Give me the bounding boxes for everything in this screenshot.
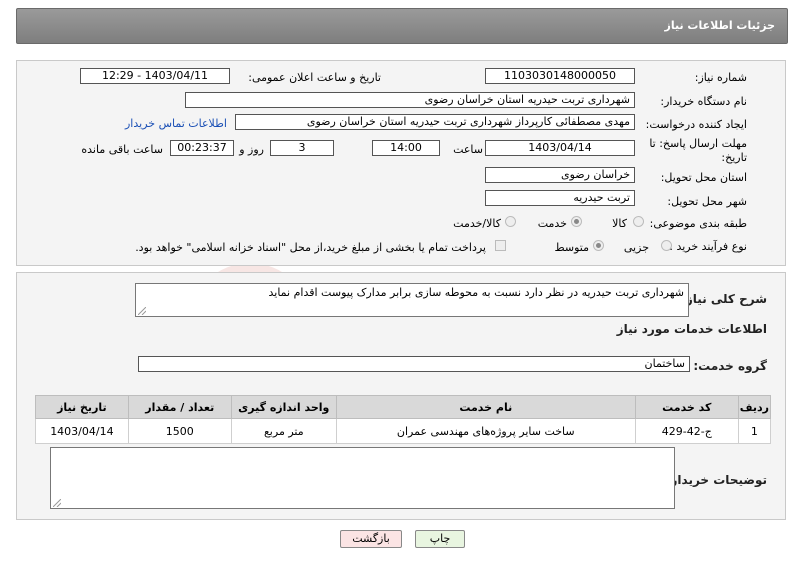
page-title: جزئیات اطلاعات نیاز xyxy=(664,19,776,32)
resize-grip-icon[interactable] xyxy=(138,307,146,315)
summary-label: شرح کلی نیاز: xyxy=(681,292,767,306)
service-group-label: گروه خدمت: xyxy=(693,359,767,373)
print-button[interactable]: چاپ xyxy=(415,530,465,548)
cell-service-name: ساخت سایر پروژه‌های مهندسی عمران xyxy=(335,418,636,444)
days-label: روز و xyxy=(239,143,264,156)
buyer-notes-textarea[interactable] xyxy=(50,447,675,509)
resize-grip-icon[interactable] xyxy=(53,499,61,507)
category-label: طبقه بندی موضوعی: xyxy=(649,217,747,230)
col-need-date: تاریخ نیاز xyxy=(35,395,129,419)
province-field: خراسان رضوی xyxy=(485,167,635,183)
province-label: استان محل تحویل: xyxy=(660,171,747,184)
back-button[interactable]: بازگشت xyxy=(340,530,402,548)
table-row: 1 ج-42-429 ساخت سایر پروژه‌های مهندسی عم… xyxy=(35,418,772,444)
need-number-label: شماره نیاز: xyxy=(694,71,747,84)
need-number-field: 1103030148000050 xyxy=(485,68,635,84)
category-radio-goods[interactable] xyxy=(633,216,644,227)
deadline-time-field: 14:00 xyxy=(372,140,440,156)
category-option-goods: کالا xyxy=(612,217,627,230)
col-unit: واحد اندازه گیری xyxy=(230,395,337,419)
services-table: ردیف کد خدمت نام خدمت واحد اندازه گیری ت… xyxy=(35,395,772,444)
summary-textarea[interactable]: شهرداری تربت حیدریه در نظر دارد نسبت به … xyxy=(135,283,689,317)
process-option-medium: متوسط xyxy=(554,241,589,254)
cell-need-date: 1403/04/14 xyxy=(35,418,129,444)
category-option-service: خدمت xyxy=(537,217,567,230)
buyer-org-field: شهرداری تربت حیدریه استان خراسان رضوی xyxy=(185,92,635,108)
table-header-row: ردیف کد خدمت نام خدمت واحد اندازه گیری ت… xyxy=(35,395,772,419)
deadline-time-label: ساعت xyxy=(453,143,483,156)
col-row-number: ردیف xyxy=(737,395,772,419)
buyer-notes-label: توضیحات خریدار: xyxy=(665,473,767,487)
city-label: شهر محل تحویل: xyxy=(667,195,747,208)
time-remaining-field: 00:23:37 xyxy=(170,140,234,156)
col-service-code: کد خدمت xyxy=(634,395,739,419)
cell-quantity: 1500 xyxy=(127,418,232,444)
deadline-date-field: 1403/04/14 xyxy=(485,140,635,156)
category-option-goods-service: کالا/خدمت xyxy=(453,217,501,230)
category-radio-service[interactable] xyxy=(571,216,582,227)
buyer-org-label: نام دستگاه خریدار: xyxy=(660,95,747,108)
process-radio-medium[interactable] xyxy=(593,240,604,251)
city-field: تربت حیدریه xyxy=(485,190,635,206)
creator-label: ایجاد کننده درخواست: xyxy=(645,118,747,131)
buyer-contact-link[interactable]: اطلاعات تماس خریدار xyxy=(125,117,227,130)
process-type-label: نوع فرآیند خرید : xyxy=(669,240,747,253)
summary-text: شهرداری تربت حیدریه در نظر دارد نسبت به … xyxy=(268,286,685,299)
cell-row-number: 1 xyxy=(737,418,772,444)
deadline-label-line2: تاریخ: xyxy=(721,151,747,164)
need-info-panel xyxy=(16,60,786,266)
announce-datetime-field: 1403/04/11 - 12:29 xyxy=(80,68,230,84)
deadline-label-line1: مهلت ارسال پاسخ: تا xyxy=(649,137,747,150)
process-radio-minor[interactable] xyxy=(661,240,672,251)
services-section-title: اطلاعات خدمات مورد نیاز xyxy=(616,322,767,336)
page-title-bar: جزئیات اطلاعات نیاز xyxy=(16,8,788,44)
treasury-payment-checkbox[interactable] xyxy=(495,240,506,251)
time-remaining-label: ساعت باقی مانده xyxy=(81,143,163,156)
treasury-payment-note: پرداخت تمام یا بخشی از مبلغ خرید،از محل … xyxy=(135,241,486,254)
col-service-name: نام خدمت xyxy=(335,395,636,419)
creator-field: مهدی مصطفائی کارپرداز شهرداری تربت حیدری… xyxy=(235,114,635,130)
announce-label: تاریخ و ساعت اعلان عمومی: xyxy=(248,71,381,84)
cell-service-code: ج-42-429 xyxy=(634,418,739,444)
cell-unit: متر مربع xyxy=(230,418,337,444)
process-option-minor: جزیی xyxy=(623,241,649,254)
col-quantity: تعداد / مقدار xyxy=(127,395,232,419)
service-group-field: ساختمان xyxy=(138,356,690,372)
days-remaining-field: 3 xyxy=(270,140,334,156)
category-radio-goods-service[interactable] xyxy=(505,216,516,227)
